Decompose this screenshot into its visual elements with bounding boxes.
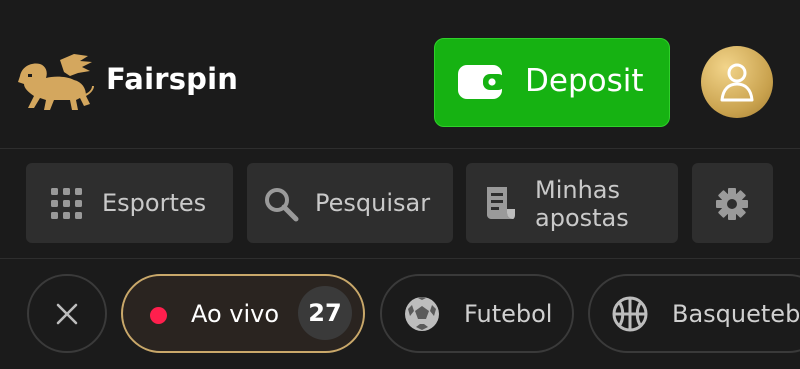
nav-divider bbox=[0, 258, 800, 259]
top-header: Fairspin Deposit bbox=[0, 0, 800, 148]
filter-live-chip[interactable]: Ao vivo 27 bbox=[121, 274, 365, 353]
search-icon bbox=[265, 188, 299, 222]
user-avatar-button[interactable] bbox=[701, 46, 773, 118]
user-icon bbox=[720, 63, 754, 102]
grid-icon bbox=[51, 188, 82, 219]
soccer-ball-icon bbox=[405, 297, 439, 331]
filter-basquetebol-chip[interactable]: Basquetebol bbox=[588, 274, 800, 353]
gear-icon bbox=[716, 188, 748, 220]
deposit-button[interactable]: Deposit bbox=[434, 38, 670, 127]
nav-apostas-label-line1: Minhas bbox=[535, 176, 621, 204]
nav-esportes-button[interactable]: Esportes bbox=[26, 163, 233, 243]
live-count-badge: 27 bbox=[298, 286, 352, 340]
wallet-icon bbox=[458, 65, 505, 99]
nav-minhas-apostas-button[interactable]: Minhas apostas bbox=[466, 163, 678, 243]
live-label: Ao vivo bbox=[191, 300, 280, 328]
nav-apostas-label-line2: apostas bbox=[535, 204, 629, 232]
winged-lion-icon bbox=[18, 54, 94, 110]
nav-pesquisar-label: Pesquisar bbox=[315, 189, 431, 217]
fairspin-logo[interactable] bbox=[14, 52, 96, 114]
basketball-icon bbox=[612, 296, 648, 332]
deposit-label: Deposit bbox=[525, 63, 644, 99]
close-icon bbox=[56, 303, 78, 325]
live-indicator-dot bbox=[150, 307, 167, 324]
filter-futebol-chip[interactable]: Futebol bbox=[380, 274, 574, 353]
receipt-icon bbox=[487, 187, 515, 219]
brand-name: Fairspin bbox=[106, 62, 239, 96]
header-divider bbox=[0, 148, 800, 149]
futebol-label: Futebol bbox=[464, 300, 553, 328]
clear-filter-button[interactable] bbox=[27, 274, 107, 353]
settings-button[interactable] bbox=[692, 163, 773, 243]
basquetebol-label: Basquetebol bbox=[672, 300, 800, 328]
nav-pesquisar-button[interactable]: Pesquisar bbox=[247, 163, 453, 243]
nav-esportes-label: Esportes bbox=[102, 189, 207, 217]
